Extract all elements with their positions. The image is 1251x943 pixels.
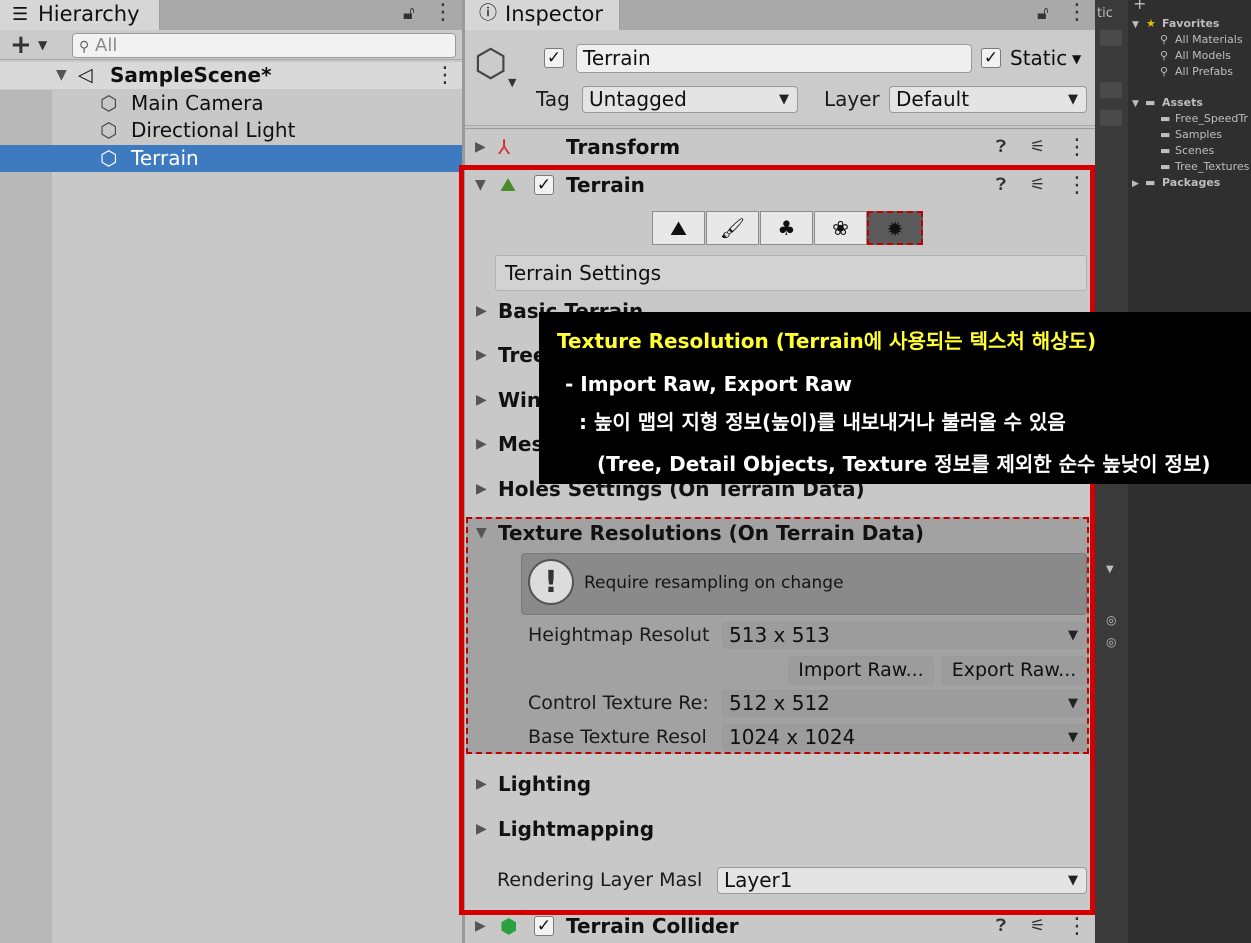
toolbar-button[interactable] [1100,82,1122,98]
search-placeholder: All [95,35,118,56]
packages-label[interactable]: Packages [1162,175,1220,191]
search-input[interactable]: ⚲ All [72,33,456,58]
active-checkbox[interactable]: ✓ [544,48,564,68]
search-icon: ⚲ [79,39,90,55]
lock-icon[interactable]: 🔓︎ [1037,1,1049,27]
component-menu-icon[interactable]: ⋮ [1066,134,1088,161]
tooltip-line-1: - Import Raw, Export Raw [565,372,853,396]
hierarchy-tab[interactable]: ☰ Hierarchy [0,0,160,30]
hierarchy-gutter [0,90,52,943]
asset-folder[interactable]: Samples [1175,127,1222,143]
gameobject-icon[interactable]: ⬡ [474,40,507,86]
search-icon: ⚲ [1160,65,1169,78]
info-icon: ⓘ [479,3,497,24]
scene-name: SampleScene* [110,63,272,87]
foldout-icon[interactable]: ▶ [475,913,486,940]
tag-dropdown[interactable]: Untagged ▼ [582,86,798,113]
add-button[interactable]: + [1133,0,1146,12]
static-checkbox[interactable]: ✓ [981,48,1001,68]
item-label: Terrain [131,146,199,170]
terrain-highlight-box [459,165,1095,915]
foldout-icon[interactable]: ▼ [56,62,67,89]
scene-menu-icon[interactable]: ⋮ [434,62,456,89]
tag-label: Tag [536,87,570,111]
inspector-tab[interactable]: ⓘ Inspector [465,0,620,30]
add-button[interactable]: + [10,30,32,60]
more-icon[interactable]: ⋮ [1066,0,1088,26]
foldout-icon[interactable]: ▶ [1132,176,1139,192]
favorite-item[interactable]: All Prefabs [1175,64,1233,80]
preset-icon[interactable]: ⚟ [1030,134,1045,161]
cube-icon: ⬡ [100,146,118,170]
separator [465,128,1095,129]
star-icon: ★ [1146,17,1156,30]
help-icon[interactable]: ❓︎ [996,134,1006,161]
asset-folder[interactable]: Tree_Textures [1175,159,1249,175]
item-label: Main Camera [131,91,264,115]
chevron-down-icon[interactable]: ▼ [508,76,516,89]
favorites-label[interactable]: Favorites [1162,16,1219,32]
cube-icon: ⬡ [100,118,118,142]
hierarchy-tab-title: Hierarchy [38,2,140,26]
unity-logo-icon: ◁ [78,64,93,86]
static-label[interactable]: Static [1010,44,1067,73]
object-name-field[interactable]: Terrain [576,44,972,73]
component-menu-icon[interactable]: ⋮ [1066,913,1088,940]
scene-row[interactable]: ▼ ◁ SampleScene* ⋮ [0,62,462,89]
tag-value: Untagged [589,87,687,111]
inspector-tab-title: Inspector [505,2,603,26]
cutoff-tab-label[interactable]: tic [1097,6,1113,22]
preset-icon[interactable]: ⚟ [1030,913,1045,940]
layer-value: Default [896,87,970,111]
cube-icon: ⬡ [100,91,118,115]
collider-enabled-checkbox[interactable]: ✓ [534,916,554,936]
lock-icon[interactable]: 🔓︎ [403,1,415,27]
favorite-item[interactable]: All Models [1175,48,1231,64]
folder-icon: ▬ [1160,160,1171,173]
annotation-tooltip: Texture Resolution (Terrain에 사용되는 텍스처 해상… [539,312,1251,484]
assets-label[interactable]: Assets [1162,95,1203,111]
foldout-icon[interactable]: ▼ [1132,96,1139,112]
toolbar-button[interactable] [1100,110,1122,126]
transform-title[interactable]: Transform [566,134,680,161]
help-icon[interactable]: ❓︎ [996,913,1006,940]
toolbar-button[interactable] [1100,30,1122,46]
folder-icon: ▬ [1160,144,1171,157]
terrain-collider-title[interactable]: Terrain Collider [566,913,739,940]
list-item[interactable]: ⬡ Directional Light [0,117,462,144]
list-item[interactable]: ⬡ Main Camera [0,90,462,117]
foldout-icon[interactable]: ▶ [475,134,486,161]
folder-icon: ▬ [1160,128,1171,141]
list-icon: ☰ [12,4,29,25]
target-icon[interactable]: ◎ [1106,634,1116,650]
layer-dropdown[interactable]: Default ▼ [889,86,1087,113]
favorite-item[interactable]: All Materials [1175,32,1243,48]
tooltip-line-3: (Tree, Detail Objects, Texture 정보를 제외한 순… [597,452,1211,476]
asset-folder[interactable]: Free_SpeedTr [1175,111,1248,127]
foldout-icon[interactable]: ▼ [1132,17,1139,33]
chevron-down-icon[interactable]: ▼ [38,36,47,54]
chevron-down-icon[interactable]: ▼ [1106,562,1114,578]
chevron-down-icon[interactable]: ▼ [1072,50,1081,68]
target-icon[interactable]: ◎ [1106,612,1116,628]
asset-folder[interactable]: Scenes [1175,143,1214,159]
chevron-down-icon: ▼ [1068,92,1078,107]
transform-icon: ⅄ [498,135,511,159]
tooltip-title: Texture Resolution (Terrain에 사용되는 텍스처 해상… [557,329,1097,353]
folder-icon: ▬ [1145,96,1156,109]
more-icon[interactable]: ⋮ [432,0,454,26]
search-icon: ⚲ [1160,33,1169,46]
chevron-down-icon: ▼ [779,92,789,107]
search-icon: ⚲ [1160,49,1169,62]
collider-icon: ⬢ [500,914,518,938]
list-item-selected[interactable]: ⬡ Terrain [0,145,462,172]
folder-icon: ▬ [1145,176,1156,189]
layer-label: Layer [824,87,880,111]
folder-icon: ▬ [1160,112,1171,125]
item-label: Directional Light [131,118,296,142]
tooltip-line-2: : 높이 맵의 지형 정보(높이)를 내보내거나 불러올 수 있음 [579,410,1066,434]
